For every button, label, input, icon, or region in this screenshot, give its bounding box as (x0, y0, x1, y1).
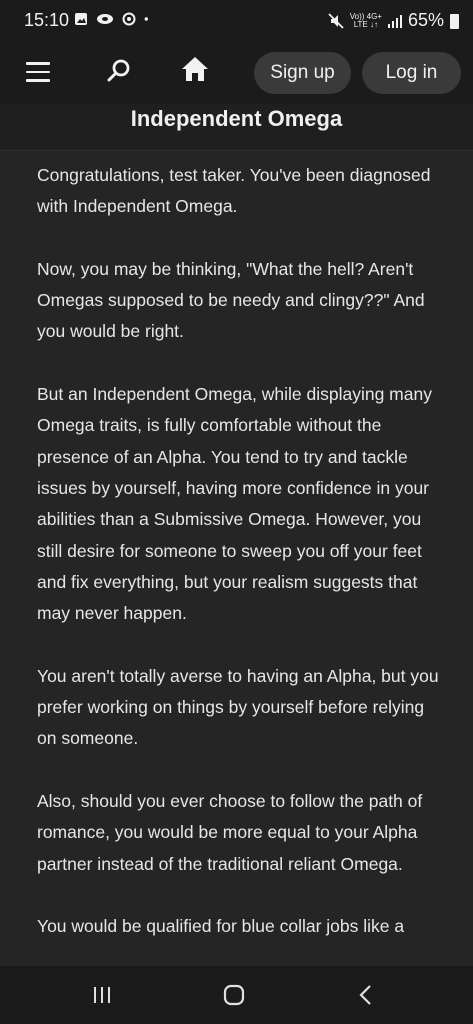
paragraph: Congratulations, test taker. You've been… (37, 165, 431, 217)
status-time: 15:10 (24, 10, 70, 30)
page-title: Independent Omega (130, 106, 343, 131)
back-icon[interactable] (358, 984, 374, 1006)
battery-icon (450, 14, 459, 29)
search-icon[interactable] (104, 56, 134, 86)
battery-percent: 65% (407, 10, 444, 30)
app-header: Sign up Log in (0, 44, 473, 104)
menu-icon[interactable] (26, 58, 54, 84)
network-info: Vo)) 4G+ LTE ↓↑ (350, 12, 382, 29)
mute-icon (328, 12, 344, 29)
paragraph: Also, should you ever choose to follow t… (37, 790, 423, 874)
signup-button[interactable]: Sign up (254, 52, 351, 94)
nav-home-icon[interactable] (223, 984, 245, 1006)
paragraph: But an Independent Omega, while displayi… (37, 384, 432, 624)
title-bar: Independent Omega (0, 104, 473, 151)
status-right: Vo)) 4G+ LTE ↓↑ 65% (328, 10, 459, 31)
network-bottom: LTE ↓↑ (353, 19, 378, 29)
paragraph: You aren't totally averse to having an A… (37, 665, 439, 749)
paragraph: You would be qualified for blue collar j… (37, 916, 405, 937)
status-bar: 15:10 Vo)) 4G+ LTE ↓↑ 65% (0, 0, 473, 44)
link-icon (97, 14, 113, 24)
login-button[interactable]: Log in (362, 52, 461, 94)
signal-icon (387, 14, 402, 28)
result-content: Congratulations, test taker. You've been… (37, 160, 447, 966)
gallery-icon (75, 13, 87, 25)
home-icon[interactable] (180, 54, 210, 84)
notification-icons (74, 12, 152, 26)
paragraph: Now, you may be thinking, "What the hell… (37, 258, 425, 342)
system-nav-bar (0, 966, 473, 1024)
dot-icon (144, 17, 148, 21)
sync-icon (122, 12, 136, 26)
recent-apps-icon[interactable] (92, 986, 112, 1004)
